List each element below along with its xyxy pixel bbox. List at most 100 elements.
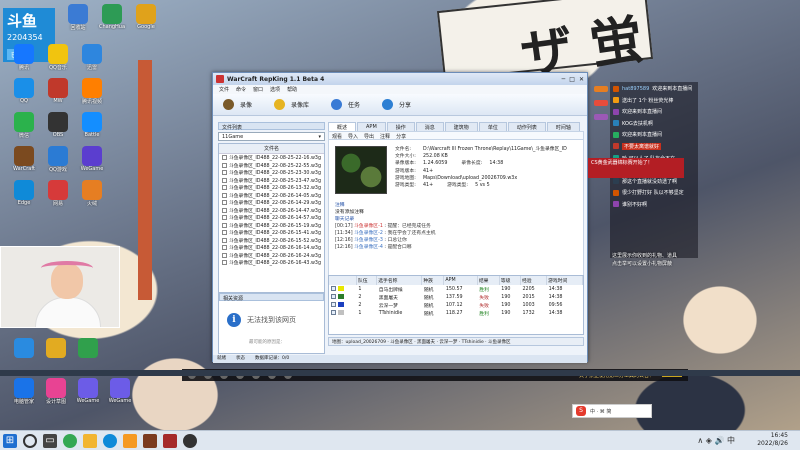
tab-6[interactable]: 动作列表 xyxy=(507,122,546,131)
tab-4[interactable]: 建筑物 xyxy=(444,122,478,131)
menu-file[interactable]: 文件 xyxy=(219,86,229,93)
file-checkbox[interactable] xyxy=(222,177,227,183)
live-chat-line[interactable]: 不要太离谱就好 xyxy=(613,142,695,150)
close-icon[interactable]: ✕ xyxy=(579,76,584,83)
minimize-icon[interactable]: ─ xyxy=(562,76,566,83)
explorer-icon[interactable] xyxy=(83,433,97,448)
file-checkbox[interactable] xyxy=(222,185,227,191)
system-tray[interactable]: ∧ ◈ 🔊 中 xyxy=(697,435,735,446)
file-list-item[interactable]: 斗鱼录像区_ID488_22-08-26-15-41.w3g xyxy=(219,229,324,237)
live-chat-line[interactable]: 那这个直播就没劲透了啊 xyxy=(613,178,695,185)
file-list-item[interactable]: 斗鱼录像区_ID488_22-08-26-14-47.w3g xyxy=(219,207,324,215)
warcraft-icon[interactable] xyxy=(143,433,157,448)
file-list-item[interactable]: 斗鱼录像区_ID488_22-08-25-23-30.w3g xyxy=(219,169,324,177)
file-list-item[interactable]: 斗鱼录像区_ID488_22-08-26-15-52.w3g xyxy=(219,237,324,245)
file-checkbox[interactable] xyxy=(222,260,227,266)
file-list-item[interactable]: 斗鱼录像区_ID488_22-08-26-14-29.w3g xyxy=(219,199,324,207)
file-list-item[interactable]: 斗鱼录像区_ID488_22-08-26-13-32.w3g xyxy=(219,184,324,192)
desktop-icon[interactable]: MW xyxy=(40,78,76,104)
window-titlebar[interactable]: WarCraft RepKing 1.1 Beta 4 ─ □ ✕ xyxy=(213,73,587,85)
fan-icon[interactable] xyxy=(594,114,608,120)
desktop-icon[interactable]: QQ游戏 xyxy=(40,146,76,173)
file-checkbox[interactable] xyxy=(222,170,227,176)
tab-3[interactable]: 消息 xyxy=(415,122,444,131)
table-row[interactable]: 1 自马出牌候 随机 150.57 胜利 190 2205 14:38 xyxy=(329,285,583,293)
file-checkbox[interactable] xyxy=(222,215,227,221)
windows-start-icon[interactable]: ⊞ xyxy=(3,433,17,448)
file-checkbox[interactable] xyxy=(222,200,227,206)
tab-1[interactable]: APM xyxy=(357,122,386,131)
players-column-header[interactable] xyxy=(329,276,357,285)
task-button[interactable]: 任务 xyxy=(331,99,360,110)
desktop-icon[interactable]: 回收站 xyxy=(60,4,96,31)
player-checkbox[interactable] xyxy=(331,301,336,307)
desktop-icon[interactable]: ChangHua xyxy=(94,4,130,30)
live-chat-line[interactable]: 欢迎来到本直播间 xyxy=(613,131,695,138)
file-list-item[interactable]: 斗鱼录像区_ID488_22-08-25-23-47.w3g xyxy=(219,177,324,185)
desktop-icon[interactable] xyxy=(70,338,106,358)
subtool-button[interactable]: 导出 xyxy=(364,133,374,140)
desktop-icon[interactable]: QQ xyxy=(6,78,42,104)
search-icon[interactable] xyxy=(23,433,37,448)
desktop-icon[interactable]: 设计草图 xyxy=(38,378,74,405)
file-list-item[interactable]: 斗鱼录像区_ID488_22-08-26-16-24.w3g xyxy=(219,252,324,260)
tab-7[interactable]: 时间轴 xyxy=(546,122,580,131)
task-view-icon[interactable]: ▭ xyxy=(43,433,57,448)
table-row[interactable]: 2 黑面屠夫 随机 137.59 失败 190 2015 14:38 xyxy=(329,293,583,301)
desktop-icon[interactable]: 网易 xyxy=(40,180,76,207)
players-column-header[interactable]: 结果 xyxy=(477,276,500,285)
subtool-button[interactable]: 注释 xyxy=(380,133,390,140)
desktop-icon[interactable]: 腾讯 xyxy=(6,44,42,71)
file-list-item[interactable]: 斗鱼录像区_ID488_22-08-25-22-16.w3g xyxy=(219,154,324,162)
menu-window[interactable]: 窗口 xyxy=(253,86,263,93)
subtool-button[interactable]: 分享 xyxy=(396,133,406,140)
desktop-icon[interactable]: 腾讯视频 xyxy=(74,78,110,105)
file-checkbox[interactable] xyxy=(222,252,227,258)
event-alert[interactable]: CS黄金武器锦标赛开始了！ xyxy=(588,158,684,178)
live-chat-line[interactable]: 很少打野打好 队以不够坚定 xyxy=(613,189,695,196)
obs-icon[interactable] xyxy=(183,433,197,448)
desktop-icon[interactable] xyxy=(6,338,42,358)
file-list-item[interactable]: 斗鱼录像区_ID488_22-08-26-16-14.w3g xyxy=(219,244,324,252)
edge-icon[interactable] xyxy=(103,433,117,448)
file-list-item[interactable]: 斗鱼录像区_ID488_22-08-26-14-57.w3g xyxy=(219,214,324,222)
desktop-icon[interactable]: 迅雷 xyxy=(74,44,110,71)
players-column-header[interactable]: 队伍 xyxy=(356,276,378,285)
menu-options[interactable]: 选项 xyxy=(270,86,280,93)
live-chat-line[interactable]: 谁别不好啊 xyxy=(613,201,695,208)
desktop-icon[interactable]: Battle xyxy=(74,112,110,138)
gift-icon[interactable] xyxy=(594,86,608,92)
desktop-icon[interactable]: WeGame xyxy=(74,146,110,172)
menu-command[interactable]: 命令 xyxy=(236,86,246,93)
file-list-item[interactable]: 斗鱼录像区_ID488_22-08-26-14-05.w3g xyxy=(219,192,324,200)
desktop-icon[interactable]: 电脑管家 xyxy=(6,378,42,405)
menu-help[interactable]: 帮助 xyxy=(287,86,297,93)
file-checkbox[interactable] xyxy=(222,237,227,243)
desktop-icon[interactable]: 火绒 xyxy=(74,180,110,207)
file-checkbox[interactable] xyxy=(222,192,227,198)
tab-5[interactable]: 单位 xyxy=(478,122,507,131)
file-checkbox[interactable] xyxy=(222,155,227,161)
file-list-item[interactable]: 斗鱼录像区_ID488_22-08-26-15-19.w3g xyxy=(219,222,324,230)
desktop-icon[interactable]: Google xyxy=(128,4,164,30)
live-chat-line[interactable]: 送出了 1个 粉丝荧光棒 xyxy=(613,97,695,104)
chrome-icon[interactable] xyxy=(63,433,77,448)
tab-0[interactable]: 概述 xyxy=(328,122,357,131)
live-chat-line[interactable]: KOG去扶机啊 xyxy=(613,120,695,127)
subtool-button[interactable]: 观看 xyxy=(332,133,342,140)
live-chat-line[interactable]: hat897589 欢迎来到本直播间 xyxy=(613,85,695,92)
players-column-header[interactable]: 经验 xyxy=(520,276,548,285)
file-checkbox[interactable] xyxy=(222,207,227,213)
share-button[interactable]: 分享 xyxy=(382,99,411,110)
file-list-item[interactable]: 斗鱼录像区_ID488_22-08-25-22-55.w3g xyxy=(219,162,324,170)
file-checkbox[interactable] xyxy=(222,230,227,236)
desktop-icon[interactable] xyxy=(38,338,74,358)
players-column-header[interactable]: 种族 xyxy=(421,276,445,285)
desktop-icon[interactable]: OBS xyxy=(40,112,76,138)
file-list-item[interactable]: 斗鱼录像区_ID488_22-08-26-16-43.w3g xyxy=(219,259,324,267)
replay-button[interactable]: 录像 xyxy=(223,99,252,110)
maximize-icon[interactable]: □ xyxy=(569,76,575,83)
file-checkbox[interactable] xyxy=(222,245,227,251)
player-checkbox[interactable] xyxy=(331,309,336,315)
desktop-icon[interactable]: WarCraft xyxy=(6,146,42,172)
